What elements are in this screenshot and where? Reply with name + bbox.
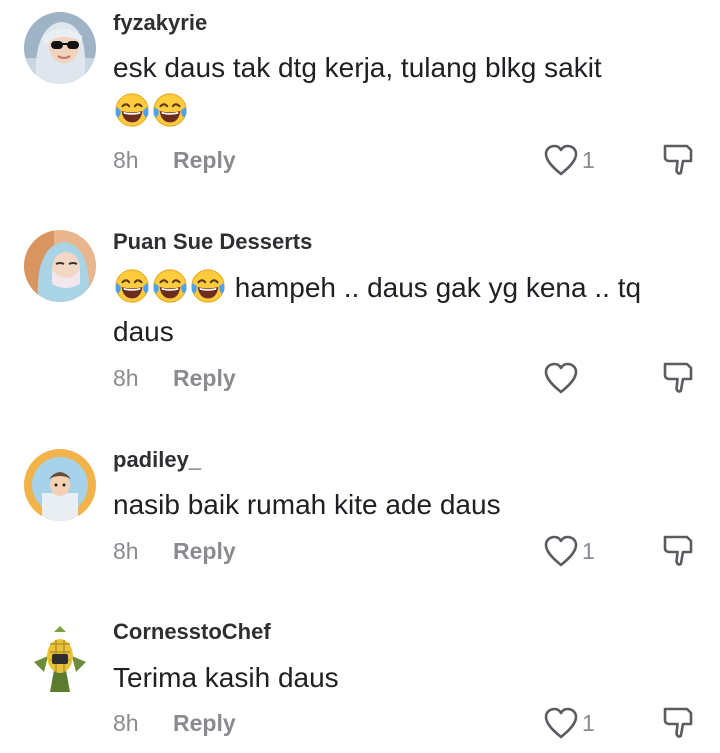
reply-button[interactable]: Reply bbox=[173, 147, 236, 174]
heart-outline-icon bbox=[542, 361, 580, 395]
avatar[interactable] bbox=[24, 622, 96, 694]
heart-outline-icon bbox=[542, 706, 580, 740]
comment-timestamp: 8h bbox=[113, 710, 139, 736]
like-button[interactable]: 1 bbox=[542, 142, 595, 178]
avatar[interactable] bbox=[24, 449, 96, 521]
dislike-button[interactable] bbox=[660, 359, 696, 395]
comment-text: hampeh .. daus gak yg kena .. tq daus bbox=[113, 266, 693, 354]
like-button[interactable]: 1 bbox=[542, 533, 595, 569]
comment-username[interactable]: CornesstoChef bbox=[113, 619, 271, 645]
like-button[interactable]: 1 bbox=[542, 705, 595, 741]
avatar-image bbox=[24, 449, 96, 521]
comment-body: nasib baik rumah kite ade daus bbox=[113, 489, 501, 520]
laughing-emoji-icon bbox=[151, 91, 189, 129]
laughing-emoji-icon bbox=[189, 267, 227, 305]
dislike-button[interactable] bbox=[660, 704, 696, 740]
comment-body: esk daus tak dtg kerja, tulang blkg saki… bbox=[113, 52, 602, 83]
comment-item: fyzakyrie esk daus tak dtg kerja, tulang… bbox=[0, 0, 720, 200]
laughing-emoji-icon bbox=[113, 91, 151, 129]
like-count: 1 bbox=[582, 146, 595, 173]
avatar[interactable] bbox=[24, 230, 96, 302]
thumbs-down-outline-icon bbox=[660, 359, 696, 395]
comment-timestamp: 8h bbox=[113, 147, 139, 173]
like-count: 1 bbox=[582, 709, 595, 736]
comment-item: CornesstoChef Terima kasih daus 8h Reply… bbox=[0, 600, 720, 753]
laughing-emoji-icon bbox=[151, 267, 189, 305]
reply-button[interactable]: Reply bbox=[173, 710, 236, 737]
heart-outline-icon bbox=[542, 534, 580, 568]
comment-username[interactable]: Puan Sue Desserts bbox=[113, 229, 312, 255]
comment-username[interactable]: fyzakyrie bbox=[113, 10, 207, 36]
avatar-image bbox=[24, 622, 96, 694]
heart-outline-icon bbox=[542, 143, 580, 177]
avatar-image bbox=[24, 12, 96, 84]
avatar[interactable] bbox=[24, 12, 96, 84]
like-count: 1 bbox=[582, 537, 595, 564]
thumbs-down-outline-icon bbox=[660, 532, 696, 568]
like-button[interactable] bbox=[542, 360, 582, 396]
comment-text: Terima kasih daus bbox=[113, 656, 693, 700]
reply-button[interactable]: Reply bbox=[173, 365, 236, 392]
reply-button[interactable]: Reply bbox=[173, 538, 236, 565]
comment-item: padiley_ nasib baik rumah kite ade daus … bbox=[0, 430, 720, 600]
dislike-button[interactable] bbox=[660, 141, 696, 177]
avatar-image bbox=[24, 230, 96, 302]
thumbs-down-outline-icon bbox=[660, 141, 696, 177]
comment-item: Puan Sue Desserts hampeh .. daus gak yg … bbox=[0, 200, 720, 430]
laughing-emoji-icon bbox=[113, 267, 151, 305]
comment-body: Terima kasih daus bbox=[113, 662, 339, 693]
comment-text: nasib baik rumah kite ade daus bbox=[113, 483, 693, 527]
thumbs-down-outline-icon bbox=[660, 704, 696, 740]
comment-text: esk daus tak dtg kerja, tulang blkg saki… bbox=[113, 46, 693, 134]
comment-timestamp: 8h bbox=[113, 538, 139, 564]
comment-username[interactable]: padiley_ bbox=[113, 447, 201, 473]
comment-timestamp: 8h bbox=[113, 365, 139, 391]
dislike-button[interactable] bbox=[660, 532, 696, 568]
